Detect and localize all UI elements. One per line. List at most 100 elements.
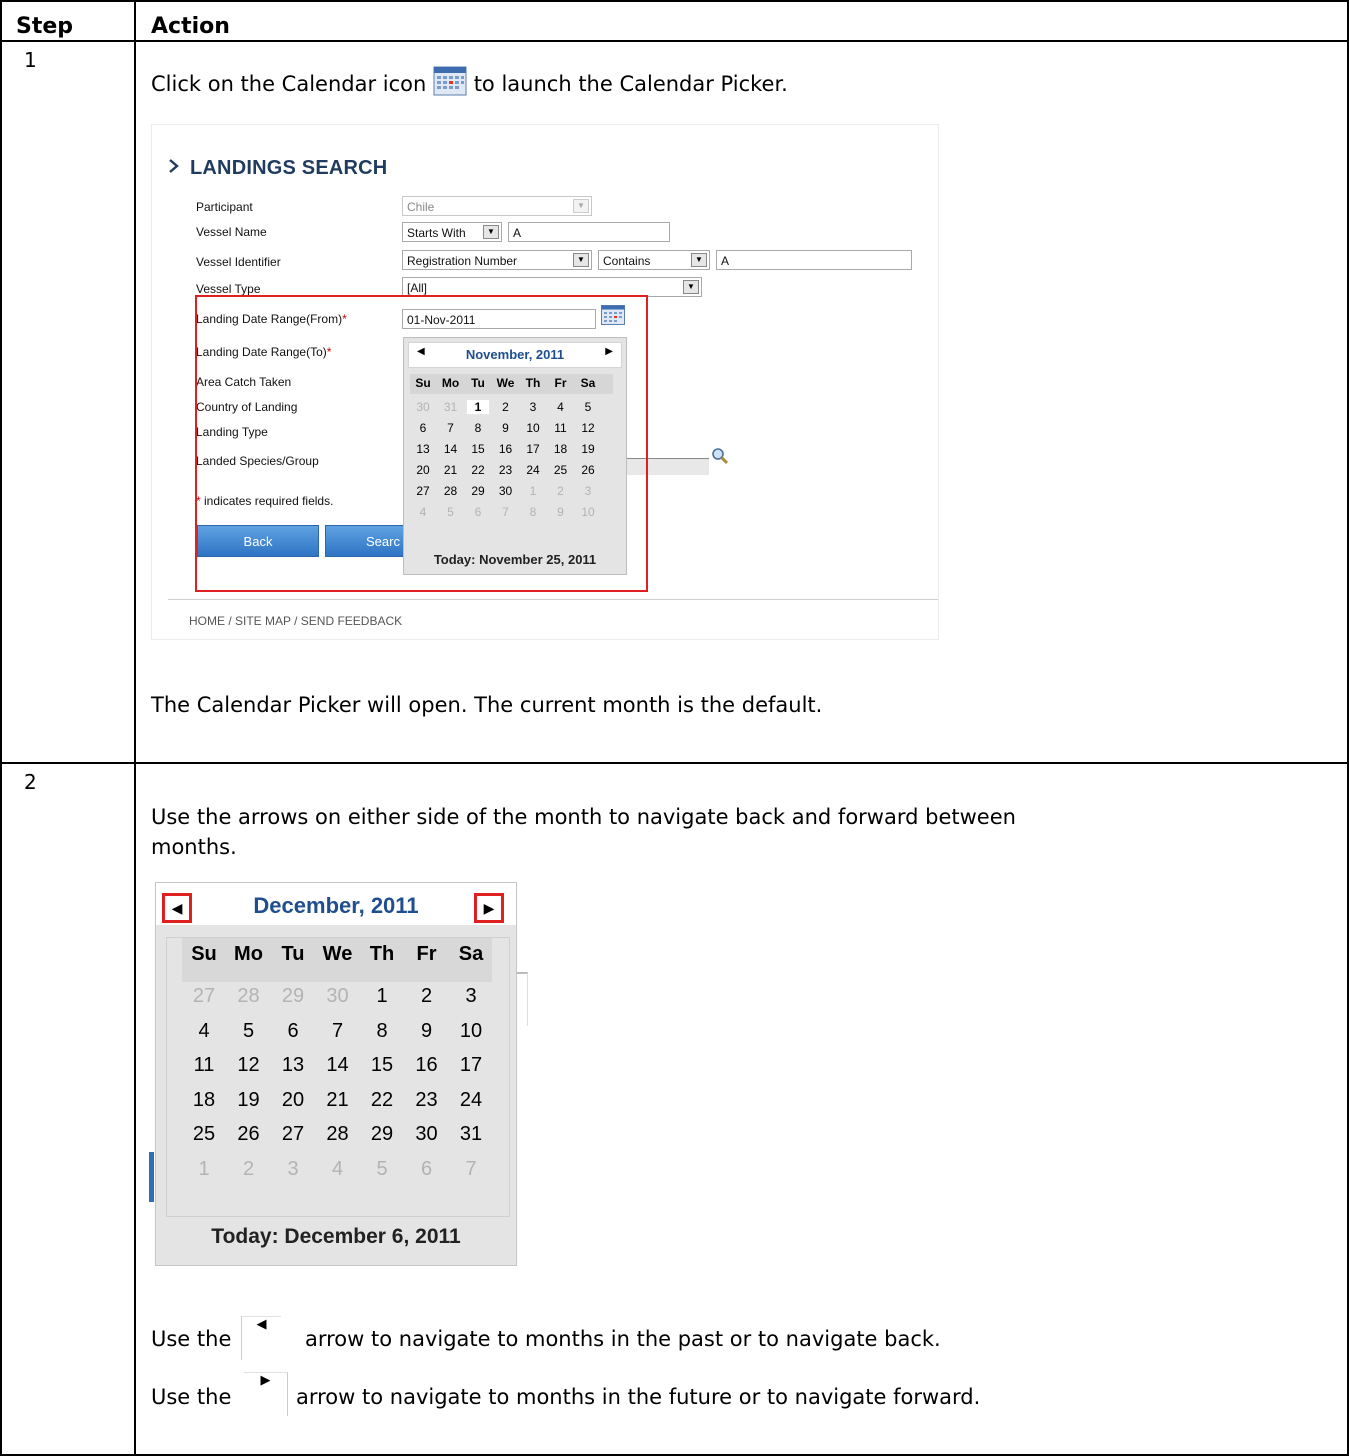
- right-triangle-arrow-icon: ▶: [244, 1372, 288, 1416]
- column-divider: [134, 0, 136, 1456]
- calendar-today[interactable]: Today: December 6, 2011: [156, 1225, 516, 1249]
- calendar-day[interactable]: 27: [184, 985, 224, 1008]
- chevron-down-icon: ▼: [573, 253, 589, 267]
- calendar-day[interactable]: 27: [273, 1123, 313, 1146]
- vessel-name-operator: Starts With: [407, 226, 466, 240]
- next-usage-before: Use the: [151, 1385, 232, 1409]
- chevron-down-icon: ▼: [573, 199, 589, 213]
- calendar-day[interactable]: 4: [184, 1020, 224, 1043]
- calendar-day[interactable]: 23: [407, 1089, 447, 1112]
- label-participant: Participant: [196, 200, 253, 214]
- calendar-day[interactable]: 17: [451, 1054, 491, 1077]
- calendar-day[interactable]: 30: [318, 985, 358, 1008]
- calendar-day[interactable]: 30: [407, 1123, 447, 1146]
- calendar-day[interactable]: 31: [451, 1123, 491, 1146]
- calendar-day[interactable]: 16: [407, 1054, 447, 1077]
- calendar-popup: ◀ December, 2011 ▶ Su Mo Tu We Th Fr Sa 27 28 29 3…: [155, 882, 517, 1266]
- header-divider: [0, 40, 1349, 42]
- calendar-day[interactable]: 8: [362, 1020, 402, 1043]
- calendar-header: ◀ December, 2011 ▶: [156, 883, 516, 925]
- calendar-day[interactable]: 10: [451, 1020, 491, 1043]
- calendar-day[interactable]: 6: [407, 1158, 447, 1181]
- weekday-label: Fr: [416, 943, 437, 965]
- background-field-edge: [517, 972, 528, 1026]
- calendar-day[interactable]: 18: [184, 1089, 224, 1112]
- calendar-day[interactable]: 1: [184, 1158, 224, 1181]
- december-calendar-screenshot: ◀ December, 2011 ▶ Su Mo Tu We Th Fr Sa 27 28 29 3…: [155, 882, 517, 1266]
- calendar-day[interactable]: 25: [184, 1123, 224, 1146]
- background-button-edge: [149, 1152, 154, 1202]
- weekday-label: We: [322, 943, 353, 965]
- calendar-day[interactable]: 20: [273, 1089, 313, 1112]
- calendar-day[interactable]: 15: [362, 1054, 402, 1077]
- calendar-day[interactable]: 26: [229, 1123, 269, 1146]
- calendar-day[interactable]: 22: [362, 1089, 402, 1112]
- prev-usage-after: arrow to navigate to months in the past …: [305, 1327, 941, 1351]
- vessel-identifier-value: A: [721, 254, 730, 268]
- calendar-day[interactable]: 4: [318, 1158, 358, 1181]
- calendar-day[interactable]: 29: [273, 985, 313, 1008]
- magnifier-icon[interactable]: [711, 447, 729, 470]
- calendar-day[interactable]: 12: [229, 1054, 269, 1077]
- step2-intro-line2: months.: [151, 835, 237, 859]
- vessel-identifier-type-select[interactable]: Registration Number ▼: [402, 250, 592, 270]
- left-triangle-arrow-icon: ◀: [241, 1316, 281, 1360]
- vessel-identifier-input[interactable]: A: [716, 250, 912, 270]
- calendar-day[interactable]: 13: [273, 1054, 313, 1077]
- calendar-month: December, 2011: [253, 893, 419, 918]
- vessel-name-operator-select[interactable]: Starts With ▼: [402, 222, 502, 242]
- header-action: Action: [151, 14, 230, 39]
- calendar-day[interactable]: 29: [362, 1123, 402, 1146]
- calendar-day[interactable]: 2: [407, 985, 447, 1008]
- calendar-day[interactable]: 3: [273, 1158, 313, 1181]
- vessel-identifier-type: Registration Number: [407, 254, 518, 268]
- weekday-label: Mo: [234, 943, 263, 965]
- footer-divider: [168, 599, 938, 600]
- calendar-day[interactable]: 7: [318, 1020, 358, 1043]
- calendar-day[interactable]: 5: [362, 1158, 402, 1181]
- calendar-day[interactable]: 28: [229, 985, 269, 1008]
- weekday-label: Tu: [281, 943, 305, 965]
- calendar-day[interactable]: 6: [273, 1020, 313, 1043]
- label-vessel-identifier: Vessel Identifier: [196, 255, 281, 269]
- step2-intro-line1: Use the arrows on either side of the mon…: [151, 805, 1016, 829]
- next-usage-after: arrow to navigate to months in the futur…: [296, 1385, 981, 1409]
- weekday-label: Sa: [458, 943, 484, 965]
- calendar-day[interactable]: 28: [318, 1123, 358, 1146]
- calendar-day[interactable]: 21: [318, 1089, 358, 1112]
- table-border-top: [0, 0, 1349, 2]
- vessel-type-value: [All]: [407, 281, 428, 295]
- label-vessel-type: Vessel Type: [196, 282, 261, 296]
- vessel-type-select[interactable]: [All] ▼: [402, 277, 702, 297]
- calendar-day[interactable]: 7: [451, 1158, 491, 1181]
- step-number: 2: [24, 770, 37, 794]
- page-title-text: LANDINGS SEARCH: [190, 157, 388, 179]
- vessel-identifier-operator: Contains: [603, 254, 651, 268]
- footer-links[interactable]: HOME / SITE MAP / SEND FEEDBACK: [189, 614, 402, 628]
- participant-value: Chile: [407, 200, 435, 214]
- prev-usage-before: Use the: [151, 1327, 232, 1351]
- calendar-day[interactable]: 9: [407, 1020, 447, 1043]
- calendar-day[interactable]: 1: [362, 985, 402, 1008]
- calendar-day[interactable]: 14: [318, 1054, 358, 1077]
- chevron-right-icon: [168, 157, 180, 180]
- calendar-day[interactable]: 24: [451, 1089, 491, 1112]
- header-step: Step: [16, 14, 74, 39]
- page-title: LANDINGS SEARCH: [168, 157, 387, 180]
- next-month-button[interactable]: ▶: [474, 893, 504, 923]
- vessel-identifier-operator-select[interactable]: Contains ▼: [598, 250, 710, 270]
- row-divider: [0, 762, 1349, 764]
- calendar-day[interactable]: 19: [229, 1089, 269, 1112]
- participant-select[interactable]: Chile ▼: [402, 196, 592, 216]
- table-border-left: [0, 0, 2, 1456]
- calendar-day[interactable]: 3: [451, 985, 491, 1008]
- chevron-down-icon: ▼: [691, 253, 707, 267]
- step-number: 1: [24, 48, 37, 72]
- calendar-day[interactable]: 5: [229, 1020, 269, 1043]
- calendar-day[interactable]: 11: [184, 1054, 224, 1077]
- step1-text-after: to launch the Calendar Picker.: [473, 72, 788, 96]
- calendar-icon: [433, 66, 467, 104]
- vessel-name-input[interactable]: A: [508, 222, 670, 242]
- chevron-down-icon: ▼: [683, 280, 699, 294]
- calendar-day[interactable]: 2: [229, 1158, 269, 1181]
